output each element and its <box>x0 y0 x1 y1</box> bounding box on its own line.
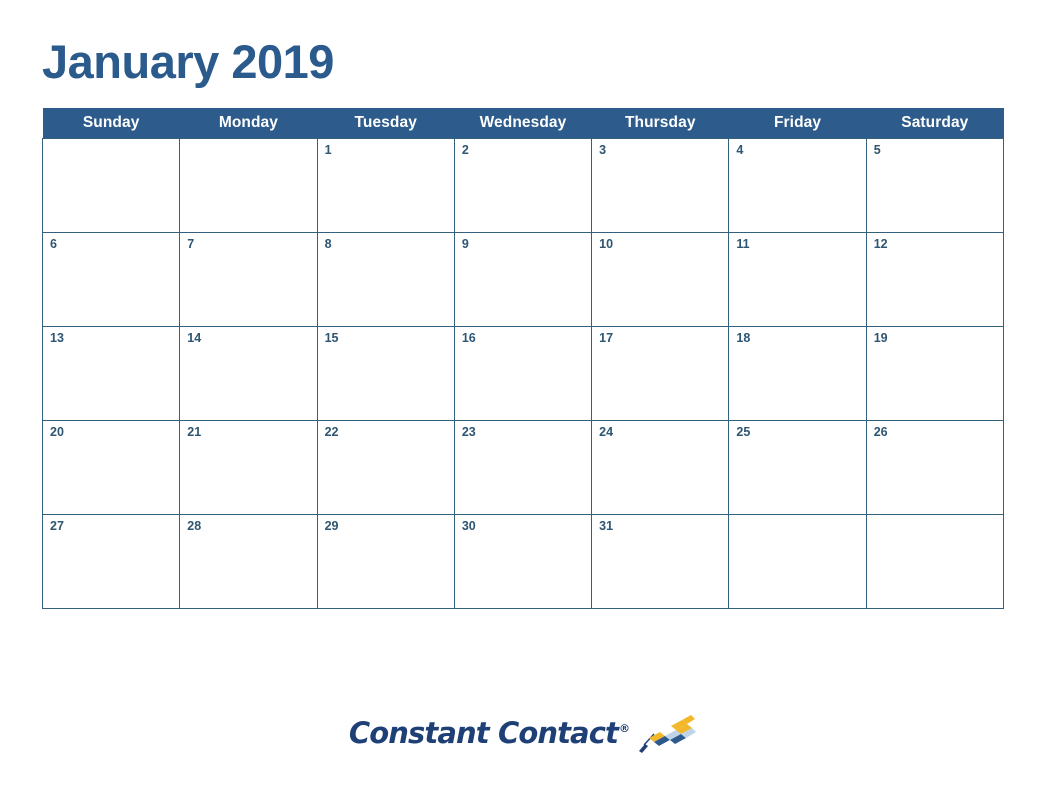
weekday-header-thursday: Thursday <box>591 108 729 139</box>
weekday-header-wednesday: Wednesday <box>454 108 592 139</box>
day-number: 28 <box>187 519 202 533</box>
day-number: 27 <box>50 519 64 533</box>
day-number: 18 <box>736 331 751 345</box>
day-cell[interactable]: 29 <box>316 514 455 609</box>
day-cell[interactable]: 9 <box>453 232 593 327</box>
day-number: 6 <box>50 237 57 251</box>
day-cell[interactable]: 2 <box>453 138 593 233</box>
calendar-body: 1 2 3 4 5 6 7 8 9 10 11 12 13 14 15 16 1… <box>41 138 1005 609</box>
day-cell[interactable]: 31 <box>591 514 730 609</box>
day-number: 3 <box>599 143 607 157</box>
day-number: 2 <box>461 143 469 157</box>
day-cell[interactable]: 19 <box>865 326 1005 421</box>
day-number: 24 <box>599 425 614 439</box>
day-number: 7 <box>187 237 195 251</box>
day-number: 14 <box>187 331 202 345</box>
day-cell[interactable]: 17 <box>591 326 730 421</box>
day-number: 16 <box>461 331 476 345</box>
day-number: 1 <box>324 143 332 157</box>
day-number: 5 <box>873 143 881 157</box>
registered-trademark-icon: ® <box>618 721 630 735</box>
day-number: 29 <box>324 519 339 533</box>
day-cell[interactable]: 27 <box>41 514 181 609</box>
day-number: 30 <box>461 519 476 533</box>
calendar-week-row: 27 28 29 30 31 <box>41 514 1005 609</box>
day-cell[interactable]: 23 <box>453 420 593 515</box>
calendar-week-row: 20 21 22 23 24 25 26 <box>41 420 1005 515</box>
day-number: 11 <box>736 237 750 251</box>
calendar-header-row: Sunday Monday Tuesday Wednesday Thursday… <box>42 108 1004 139</box>
day-number: 8 <box>324 237 332 251</box>
day-number: 31 <box>599 519 614 533</box>
day-number: 15 <box>324 331 339 345</box>
day-number: 19 <box>873 331 888 345</box>
day-cell[interactable]: 6 <box>41 232 181 327</box>
page-title: January 2019 <box>42 35 334 88</box>
day-cell[interactable]: 5 <box>865 138 1005 233</box>
day-cell[interactable]: 16 <box>453 326 593 421</box>
day-cell[interactable]: 10 <box>591 232 730 327</box>
calendar-week-row: 6 7 8 9 10 11 12 <box>41 232 1005 327</box>
day-cell[interactable] <box>179 138 318 233</box>
day-cell[interactable]: 15 <box>316 326 455 421</box>
day-number: 17 <box>599 331 614 345</box>
weekday-header-tuesday: Tuesday <box>317 108 455 139</box>
day-cell[interactable]: 22 <box>316 420 455 515</box>
day-number: 26 <box>873 425 888 439</box>
calendar-week-row: 1 2 3 4 5 <box>41 138 1005 233</box>
day-cell[interactable] <box>865 514 1005 609</box>
checkered-flag-icon <box>639 715 697 753</box>
day-number: 9 <box>461 237 469 251</box>
weekday-header-friday: Friday <box>728 108 867 139</box>
day-number: 12 <box>873 237 888 251</box>
day-cell[interactable]: 20 <box>41 420 181 515</box>
day-number: 10 <box>599 237 614 251</box>
day-cell[interactable]: 18 <box>728 326 867 421</box>
day-number: 21 <box>187 425 202 439</box>
day-cell[interactable]: 21 <box>179 420 318 515</box>
calendar-grid: Sunday Monday Tuesday Wednesday Thursday… <box>41 108 1005 609</box>
day-number: 23 <box>461 425 476 439</box>
day-cell[interactable] <box>728 514 867 609</box>
day-cell[interactable]: 8 <box>316 232 455 327</box>
day-number: 4 <box>736 143 744 157</box>
day-cell[interactable]: 24 <box>591 420 730 515</box>
day-number: 13 <box>50 331 64 345</box>
weekday-header-monday: Monday <box>179 108 318 139</box>
day-cell[interactable] <box>41 138 181 233</box>
brand-name-text: Constant Contact <box>348 715 619 750</box>
day-cell[interactable]: 28 <box>179 514 318 609</box>
day-cell[interactable]: 30 <box>453 514 593 609</box>
calendar-week-row: 13 14 15 16 17 18 19 <box>41 326 1005 421</box>
day-cell[interactable]: 26 <box>865 420 1005 515</box>
day-number: 22 <box>324 425 339 439</box>
weekday-header-row: Sunday Monday Tuesday Wednesday Thursday… <box>42 108 1004 139</box>
brand-name: Constant Contact® <box>348 715 630 750</box>
day-cell[interactable]: 11 <box>728 232 867 327</box>
day-cell[interactable]: 1 <box>316 138 455 233</box>
day-number: 25 <box>736 425 751 439</box>
day-cell[interactable]: 12 <box>865 232 1005 327</box>
day-cell[interactable]: 25 <box>728 420 867 515</box>
day-number: 20 <box>50 425 64 439</box>
footer-logo: Constant Contact® <box>0 712 1046 754</box>
day-cell[interactable]: 7 <box>179 232 318 327</box>
calendar-page: January 2019 Sunday Monday Tuesday Wedne… <box>0 0 1046 800</box>
weekday-header-sunday: Sunday <box>42 108 180 139</box>
day-cell[interactable]: 14 <box>179 326 318 421</box>
day-cell[interactable]: 13 <box>41 326 181 421</box>
weekday-header-saturday: Saturday <box>866 108 1004 139</box>
day-cell[interactable]: 4 <box>728 138 867 233</box>
day-cell[interactable]: 3 <box>591 138 730 233</box>
